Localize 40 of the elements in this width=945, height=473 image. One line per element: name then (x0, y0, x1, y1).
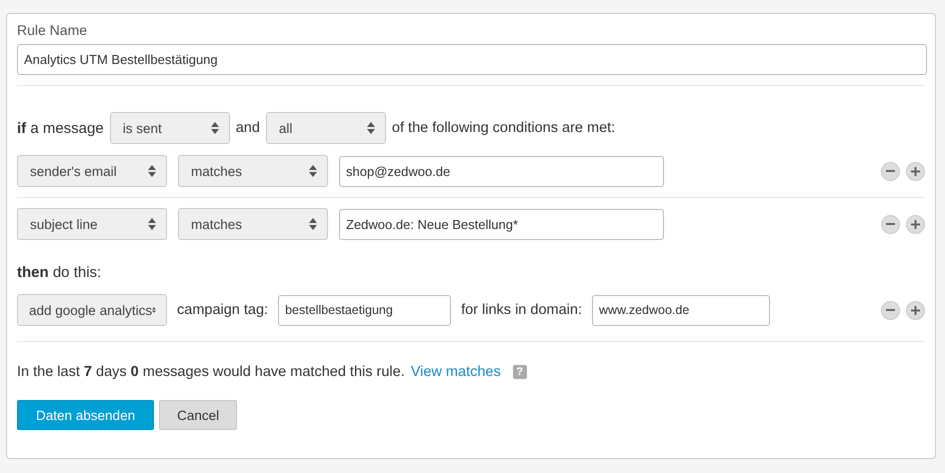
domain-label: for links in domain: (461, 302, 582, 318)
add-button[interactable] (906, 214, 925, 234)
add-button[interactable] (906, 300, 925, 320)
campaign-tag-label: campaign tag: (177, 302, 268, 318)
view-matches-link[interactable]: View matches (410, 364, 501, 380)
sort-arrows-icon (148, 165, 156, 177)
action-intro-text: then do this: (17, 264, 102, 281)
dropdown-select[interactable]: matches (178, 208, 328, 240)
campaign-tag-field[interactable]: bestellbestaetigung (278, 294, 452, 326)
domain-field[interactable]: www.zedwoo.de (592, 294, 770, 326)
minus-icon (886, 170, 895, 172)
dropdown-select[interactable]: add google analytics (17, 294, 167, 326)
condition-intro-text: if a message (17, 120, 104, 136)
dropdown-select[interactable]: is sent (110, 112, 230, 144)
minus-icon (886, 309, 895, 311)
field-label: Rule Name (17, 22, 88, 38)
sort-arrows-icon (309, 218, 317, 230)
add-button[interactable] (906, 162, 925, 180)
sort-arrows-icon (210, 122, 219, 134)
conjunction-text: and (236, 120, 260, 136)
dropdown-select[interactable]: all (266, 112, 386, 144)
dropdown-select[interactable]: matches (178, 155, 328, 187)
condition-trailing-text: of the following conditions are met: (392, 120, 616, 136)
remove-button[interactable] (881, 162, 900, 180)
remove-button[interactable] (881, 214, 900, 234)
minus-icon (886, 223, 895, 225)
dropdown-select[interactable]: subject line (17, 208, 167, 240)
rule-name-field[interactable]: Analytics UTM Bestellbestätigung (17, 44, 927, 75)
plus-icon (911, 166, 920, 176)
match-summary-text: In the last 7 days 0 messages would have matched this rule. (17, 364, 405, 380)
remove-button[interactable] (881, 300, 900, 320)
sort-arrows-icon (148, 218, 156, 230)
condition-value-field[interactable]: shop@zedwoo.de (339, 156, 664, 186)
cancel-button[interactable]: Cancel (159, 400, 238, 430)
sort-arrows-icon (366, 122, 375, 134)
sort-arrows-icon (309, 165, 317, 177)
plus-icon (911, 306, 920, 314)
dropdown-select[interactable]: sender's email (17, 155, 167, 187)
plus-icon (911, 220, 920, 228)
condition-value-field[interactable]: Zedwoo.de: Neue Bestellung* (339, 208, 664, 240)
